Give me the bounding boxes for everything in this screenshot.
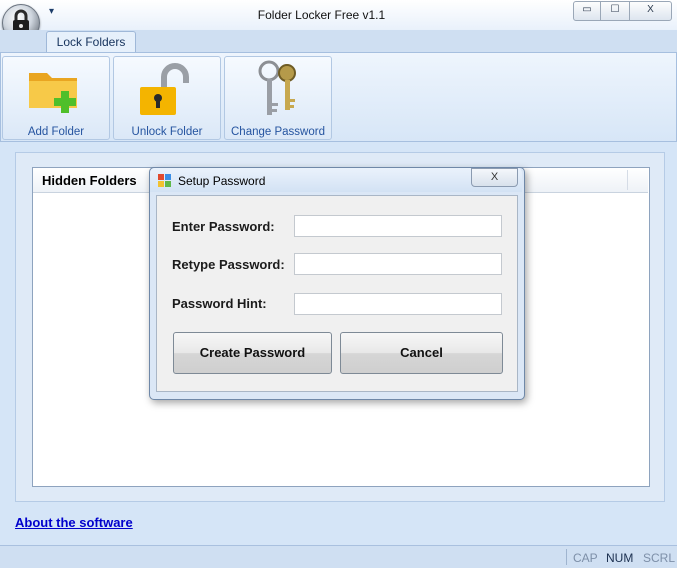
retype-password-field[interactable] xyxy=(294,253,502,275)
column-header-hidden-folders[interactable]: Hidden Folders xyxy=(42,173,137,188)
padlock-icon xyxy=(140,63,189,115)
minimize-button[interactable]: ▭ xyxy=(573,1,601,21)
password-hint-label: Password Hint: xyxy=(172,296,267,311)
folder-add-icon xyxy=(29,73,77,113)
scroll-lock-indicator: SCRL xyxy=(643,551,676,565)
dialog-title: Setup Password xyxy=(178,174,266,188)
password-hint-field[interactable] xyxy=(294,293,502,315)
create-password-button[interactable]: Create Password xyxy=(173,332,332,374)
add-folder-button[interactable]: Add Folder xyxy=(2,56,110,140)
retype-password-label: Retype Password: xyxy=(172,257,285,272)
dialog-close-button[interactable]: X xyxy=(471,168,518,187)
change-password-button[interactable]: Change Password xyxy=(224,56,332,140)
unlock-folder-label: Unlock Folder xyxy=(131,126,203,138)
tab-lock-folders[interactable]: Lock Folders xyxy=(46,31,136,54)
keys-icon xyxy=(258,60,296,115)
add-folder-label: Add Folder xyxy=(27,126,85,138)
num-lock-indicator: NUM xyxy=(606,551,634,565)
status-divider xyxy=(566,549,567,565)
enter-password-field[interactable] xyxy=(294,215,502,237)
unlock-folder-button[interactable]: Unlock Folder xyxy=(113,56,221,140)
dialog-app-icon xyxy=(158,174,171,187)
caps-lock-indicator: CAP xyxy=(573,551,598,565)
close-button[interactable]: X xyxy=(629,1,672,21)
change-password-label: Change Password xyxy=(231,126,325,138)
column-divider[interactable] xyxy=(627,170,628,190)
window-title: Folder Locker Free v1.1 xyxy=(257,8,386,22)
enter-password-label: Enter Password: xyxy=(172,219,275,234)
cancel-button[interactable]: Cancel xyxy=(340,332,503,374)
maximize-button[interactable]: ☐ xyxy=(600,1,630,21)
about-software-link[interactable]: About the software xyxy=(15,515,133,530)
quick-access-dropdown-icon[interactable]: ▾ xyxy=(49,6,54,17)
